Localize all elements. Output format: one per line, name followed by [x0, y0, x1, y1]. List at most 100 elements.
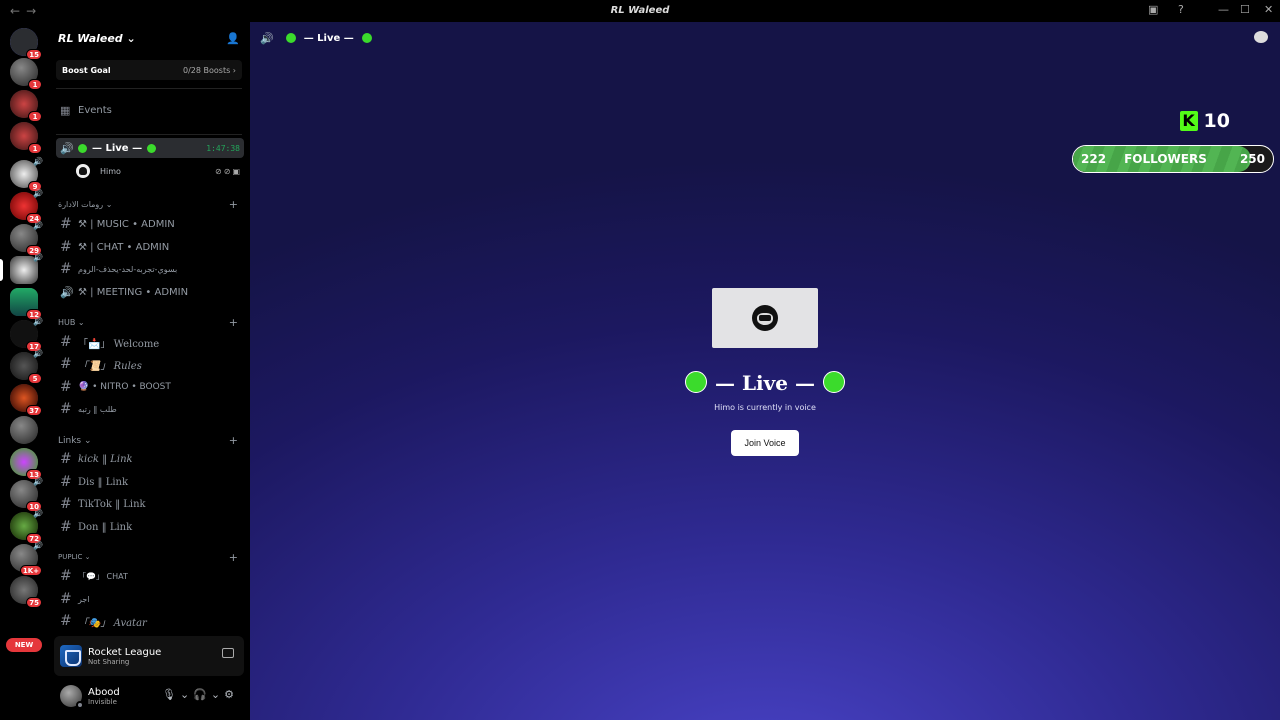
speaker-icon: 🔊	[33, 477, 43, 486]
category-puplic[interactable]: PUPLIC ⌄ +	[58, 551, 238, 564]
chevron-down-icon[interactable]: ⌄	[180, 688, 193, 701]
speaker-icon: 🔊	[60, 285, 74, 299]
live-dot	[285, 33, 296, 43]
add-channel-icon[interactable]: +	[229, 198, 238, 211]
title-bar: ←→ RL Waleed ▣ ? — ☐ ✕	[0, 0, 1280, 22]
help-icon[interactable]: ?	[1178, 3, 1184, 16]
server-icon[interactable]: 🔊 29	[10, 221, 43, 256]
channel-dis-link[interactable]: # Dis ‖ Link	[56, 472, 244, 492]
hash-icon: #	[60, 496, 72, 512]
inbox-icon[interactable]: ▣	[1148, 3, 1158, 16]
speaker-icon: 🔊	[60, 141, 74, 155]
chat-bubble-icon[interactable]	[1254, 31, 1268, 43]
server-header[interactable]: RL Waleed ⌄ 👤	[48, 22, 250, 54]
speaker-icon: 🔊	[33, 317, 43, 326]
hash-icon: #	[60, 216, 72, 232]
hash-icon: #	[60, 591, 72, 607]
channel-test[interactable]: # بسوي-تجربه-لحد-يحذف-الروم	[56, 259, 244, 279]
hash-icon: #	[60, 613, 72, 629]
channel-avatar[interactable]: # 「🎭」 Avatar	[56, 611, 244, 631]
gear-icon[interactable]: ⚙	[224, 688, 238, 701]
home-button[interactable]: 15	[10, 28, 42, 60]
calendar-icon: ▦	[60, 103, 71, 117]
add-member-icon[interactable]: 👤	[226, 32, 240, 45]
channel-nitro-boost[interactable]: # 🔮 • NITRO • BOOST	[56, 377, 244, 397]
server-icon[interactable]	[10, 416, 38, 444]
server-icon[interactable]: 🔊 1K+	[10, 541, 43, 576]
channel-welcome[interactable]: # 「📩」 Welcome	[56, 332, 244, 352]
kick-counter: K 10	[1179, 110, 1230, 132]
server-icon[interactable]: 13	[10, 448, 42, 480]
server-icon[interactable]: 1	[10, 90, 42, 122]
category-links[interactable]: Links ⌄ +	[58, 434, 238, 447]
hash-icon: #	[60, 519, 72, 535]
server-icon[interactable]: 🔊 10	[10, 477, 43, 512]
channel-kick-link[interactable]: # kick ‖ Link	[56, 449, 244, 469]
server-icon[interactable]: 🔊 72	[10, 509, 43, 544]
add-channel-icon[interactable]: +	[229, 434, 238, 447]
join-voice-button[interactable]: Join Voice	[731, 430, 799, 456]
speaker-icon: 🔊	[33, 509, 43, 518]
channel-arabic[interactable]: # اجر	[56, 589, 244, 609]
category-admin[interactable]: رومات الادارة ⌄ +	[58, 198, 238, 211]
channel-tiktok-link[interactable]: # TikTok ‖ Link	[56, 494, 244, 514]
voice-channel-live[interactable]: 🔊 — Live — 1:47:38	[56, 138, 244, 158]
channel-meeting-admin[interactable]: 🔊 ⚒ | MEETING • ADMIN	[56, 282, 244, 302]
server-icon[interactable]: 1	[10, 122, 42, 154]
speaker-icon: 🔊	[33, 253, 43, 262]
avatar	[752, 305, 778, 331]
live-title: — Live —	[250, 371, 1280, 395]
add-channel-icon[interactable]: +	[229, 316, 238, 329]
channel-rules[interactable]: # 「📜」 Rules	[56, 354, 244, 374]
minimize-button[interactable]: —	[1218, 3, 1229, 16]
channel-request-role[interactable]: # طلب ‖ رتبه	[56, 399, 244, 419]
chevron-down-icon[interactable]: ⌄	[211, 688, 224, 701]
server-icon[interactable]: 🔊 24	[10, 189, 43, 224]
channel-don-link[interactable]: # Don ‖ Link	[56, 517, 244, 537]
activity-panel[interactable]: Rocket League Not Sharing	[54, 636, 244, 676]
speaker-icon: 🔊	[33, 157, 43, 166]
events-item[interactable]: ▦ Events	[56, 100, 244, 120]
voice-subtitle: Himo is currently in voice	[714, 403, 816, 412]
kick-logo-icon: K	[1179, 111, 1198, 131]
hash-icon: #	[60, 334, 72, 350]
voice-view: 🔊 — Live — K 10 222 FOLLOWERS 250 — Live…	[250, 22, 1280, 720]
maximize-button[interactable]: ☐	[1240, 3, 1250, 16]
hash-icon: #	[60, 356, 72, 372]
speaker-icon: 🔊	[33, 349, 43, 358]
live-dot	[685, 371, 708, 393]
server-icon[interactable]: 🔊 9	[10, 157, 43, 192]
server-icon-selected[interactable]: 🔊	[0, 253, 43, 284]
screen-share-icon[interactable]	[222, 648, 234, 658]
category-hub[interactable]: HUB ⌄ +	[58, 316, 238, 329]
microphone-icon[interactable]: 🎙	[162, 688, 180, 701]
speaker-icon: 🔊	[33, 189, 43, 198]
voice-user[interactable]: Himo ⊘⊘▣	[76, 162, 246, 180]
channel-chat[interactable]: # 「💬」 CHAT	[56, 566, 244, 586]
divider	[56, 134, 242, 135]
muted-deafened-icons: ⊘⊘▣	[215, 166, 242, 176]
voice-timer: 1:47:38	[206, 143, 240, 153]
boost-goal[interactable]: Boost Goal 0/28 Boosts ›	[56, 60, 242, 80]
server-icon[interactable]: 37	[10, 384, 42, 416]
speaker-icon: 🔊	[33, 541, 43, 550]
channel-sidebar: RL Waleed ⌄ 👤 Boost Goal 0/28 Boosts › ▦…	[48, 22, 250, 720]
server-icon[interactable]: 🔊 5	[10, 349, 43, 384]
new-badge[interactable]: NEW	[6, 638, 42, 652]
user-tile[interactable]	[712, 288, 818, 348]
server-icon[interactable]: 12	[10, 288, 42, 320]
close-button[interactable]: ✕	[1264, 3, 1273, 16]
server-icon[interactable]: 75	[10, 576, 42, 608]
server-icon[interactable]: 1	[10, 58, 42, 90]
hash-icon: #	[60, 451, 72, 467]
server-icon[interactable]: 🔊 17	[10, 317, 43, 352]
channel-music-admin[interactable]: # ⚒ | MUSIC • ADMIN	[56, 214, 244, 234]
followers-goal-bar: 222 FOLLOWERS 250	[1072, 145, 1274, 173]
avatar[interactable]	[60, 685, 84, 709]
hash-icon: #	[60, 568, 72, 584]
hash-icon: #	[60, 379, 72, 395]
add-channel-icon[interactable]: +	[229, 551, 238, 564]
headphones-icon[interactable]: 🎧	[193, 688, 211, 701]
hash-icon: #	[60, 261, 72, 277]
channel-chat-admin[interactable]: # ⚒ | CHAT • ADMIN	[56, 237, 244, 257]
